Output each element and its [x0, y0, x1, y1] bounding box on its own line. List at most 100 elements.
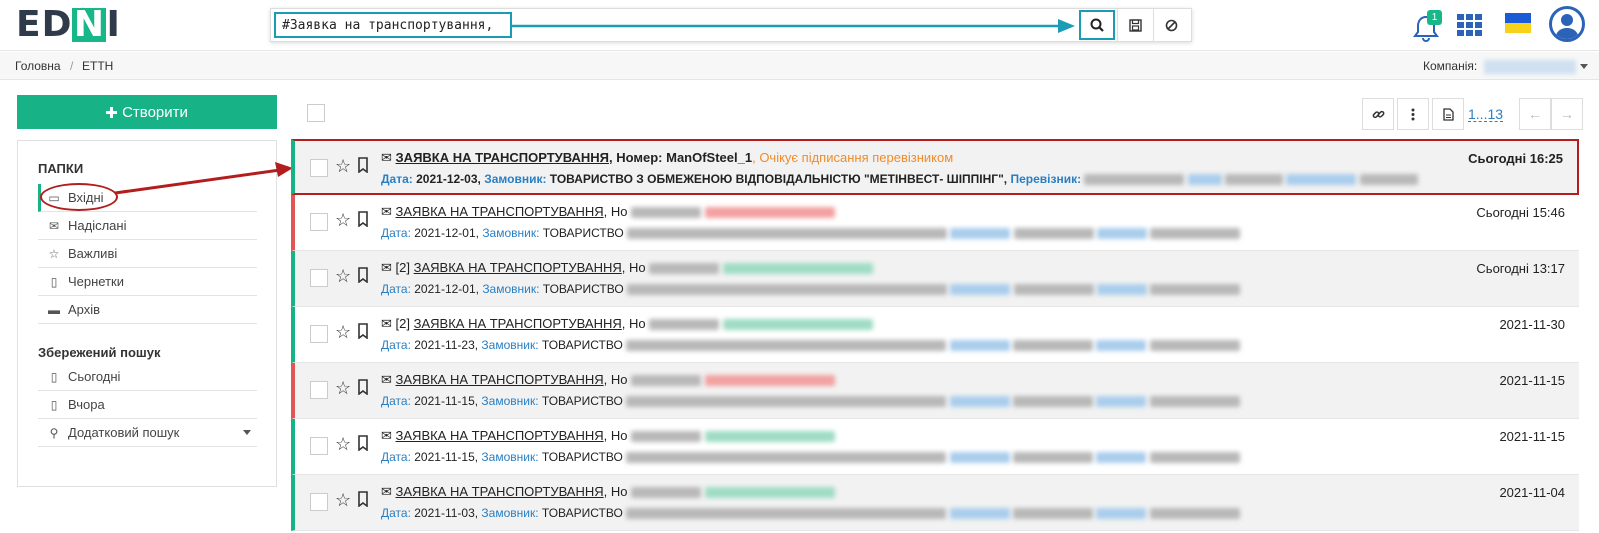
redacted-text [1359, 174, 1418, 186]
document-title[interactable]: ЗАЯВКА НА ТРАНСПОРТУВАННЯ [414, 316, 622, 331]
list-item[interactable]: ☆ ✉ ЗАЯВКА НА ТРАНСПОРТУВАННЯ, Но Дата: … [291, 419, 1579, 475]
logo[interactable]: EDNI [16, 6, 121, 44]
saved-search-today[interactable]: ▯ Сьогодні [38, 363, 257, 391]
redacted-status [704, 207, 835, 219]
saved-search-advanced[interactable]: ⚲ Додатковий пошук [38, 419, 257, 447]
chevron-down-icon[interactable] [1580, 64, 1588, 69]
redacted-text [1149, 452, 1240, 464]
export-button[interactable] [1432, 98, 1464, 130]
customer-name: ТОВАРИСТВО [541, 394, 623, 408]
redacted-text [631, 207, 702, 219]
document-summary: ✉ [2] ЗАЯВКА НА ТРАНСПОРТУВАННЯ, Но [381, 260, 873, 276]
list-item[interactable]: ☆ ✉ ЗАЯВКА НА ТРАНСПОРТУВАННЯ, Но Дата: … [291, 195, 1579, 251]
message-count: [2] [395, 316, 410, 331]
list-item[interactable]: ☆ ✉ [2] ЗАЯВКА НА ТРАНСПОРТУВАННЯ, Но Да… [291, 251, 1579, 307]
apps-grid-icon[interactable] [1457, 14, 1482, 36]
redacted-status [704, 375, 835, 387]
pagination-info[interactable]: 1...13 [1468, 107, 1504, 122]
list-item[interactable]: ☆ ✉ ЗАЯВКА НА ТРАНСПОРТУВАННЯ, Но Дата: … [291, 363, 1579, 419]
document-number-label: , Но [603, 428, 628, 443]
list-item[interactable]: ☆ ✉ ЗАЯВКА НА ТРАНСПОРТУВАННЯ, Но Дата: … [291, 475, 1579, 531]
saved-search-yesterday[interactable]: ▯ Вчора [38, 391, 257, 419]
redacted-text [626, 340, 947, 352]
create-button-label: Створити [122, 103, 188, 121]
sidebar-item-drafts[interactable]: ▯ Чернетки [38, 268, 257, 296]
search-input[interactable] [274, 12, 512, 38]
more-options-button[interactable] [1397, 98, 1429, 130]
date-label: Дата: [381, 226, 411, 240]
link-button[interactable] [1362, 98, 1394, 130]
breadcrumb-home[interactable]: Головна [15, 59, 61, 73]
redacted-text [631, 375, 702, 387]
search-icon [1090, 18, 1104, 32]
language-flag-icon[interactable] [1505, 13, 1531, 33]
document-title[interactable]: ЗАЯВКА НА ТРАНСПОРТУВАННЯ [396, 428, 604, 443]
star-icon[interactable]: ☆ [335, 322, 351, 343]
document-time: Сьогодні 13:17 [1476, 261, 1565, 276]
bookmark-icon[interactable] [357, 379, 369, 395]
star-icon[interactable]: ☆ [335, 156, 351, 177]
redacted-text [627, 228, 948, 240]
sidebar-item-important[interactable]: ☆ Важливі [38, 240, 257, 268]
row-checkbox[interactable] [310, 493, 328, 511]
redacted-text [1096, 340, 1147, 352]
next-page-button[interactable]: → [1551, 98, 1583, 130]
row-checkbox[interactable] [310, 213, 328, 231]
date-label: Дата: [381, 506, 411, 520]
save-search-button[interactable] [1117, 9, 1153, 41]
logo-text: ED [16, 4, 73, 45]
document-title[interactable]: ЗАЯВКА НА ТРАНСПОРТУВАННЯ [396, 484, 604, 499]
star-icon[interactable]: ☆ [335, 266, 351, 287]
file-icon: ▯ [50, 274, 58, 289]
redacted-text [950, 284, 1011, 296]
prev-page-button[interactable]: ← [1519, 98, 1551, 130]
star-icon[interactable]: ☆ [335, 434, 351, 455]
sidebar-item-sent[interactable]: ✉ Надіслані [38, 212, 257, 240]
document-title[interactable]: ЗАЯВКА НА ТРАНСПОРТУВАННЯ [396, 204, 604, 219]
user-avatar[interactable] [1549, 6, 1585, 42]
search-button[interactable] [1079, 10, 1115, 40]
list-item[interactable]: ☆ ✉ ЗАЯВКА НА ТРАНСПОРТУВАННЯ, Номер: Ma… [291, 139, 1579, 195]
redacted-text [649, 319, 720, 331]
create-button[interactable]: Створити [17, 95, 277, 129]
document-title[interactable]: ЗАЯВКА НА ТРАНСПОРТУВАННЯ [396, 150, 609, 165]
redacted-text [626, 452, 947, 464]
redacted-text [1150, 284, 1241, 296]
star-icon[interactable]: ☆ [335, 378, 351, 399]
row-checkbox[interactable] [310, 437, 328, 455]
document-title[interactable]: ЗАЯВКА НА ТРАНСПОРТУВАННЯ [414, 260, 622, 275]
document-meta: Дата: 2021-12-01, Замовник: ТОВАРИСТВО [381, 282, 1241, 296]
row-checkbox[interactable] [310, 325, 328, 343]
bookmark-icon[interactable] [357, 491, 369, 507]
redacted-text [1286, 174, 1357, 186]
star-icon[interactable]: ☆ [335, 210, 351, 231]
bookmark-icon[interactable] [357, 267, 369, 283]
redacted-text [1096, 452, 1147, 464]
bookmark-icon[interactable] [357, 211, 369, 227]
sidebar-item-archive[interactable]: ▬ Архів [38, 296, 257, 324]
redacted-text [949, 508, 1010, 520]
row-checkbox[interactable] [310, 269, 328, 287]
redacted-text [949, 452, 1010, 464]
redacted-text [1012, 340, 1093, 352]
annotation-arrow-search [510, 19, 1075, 33]
company-selector[interactable] [1484, 60, 1576, 74]
row-checkbox[interactable] [310, 381, 328, 399]
saved-search-label: Вчора [68, 397, 105, 412]
redacted-text [1150, 228, 1241, 240]
chevron-down-icon[interactable] [243, 430, 251, 435]
document-number-label: , Но [621, 316, 646, 331]
star-icon[interactable]: ☆ [335, 490, 351, 511]
bookmark-icon[interactable] [357, 157, 369, 173]
user-icon [1555, 14, 1579, 39]
date-label: Дата: [381, 450, 411, 464]
redacted-text [1097, 284, 1148, 296]
row-checkbox[interactable] [310, 159, 328, 177]
notifications-button[interactable]: 1 [1413, 8, 1442, 42]
bookmark-icon[interactable] [357, 435, 369, 451]
bookmark-icon[interactable] [357, 323, 369, 339]
clear-search-button[interactable] [1153, 9, 1189, 41]
document-title[interactable]: ЗАЯВКА НА ТРАНСПОРТУВАННЯ [396, 372, 604, 387]
select-all-checkbox[interactable] [307, 104, 325, 122]
list-item[interactable]: ☆ ✉ [2] ЗАЯВКА НА ТРАНСПОРТУВАННЯ, Но Да… [291, 307, 1579, 363]
